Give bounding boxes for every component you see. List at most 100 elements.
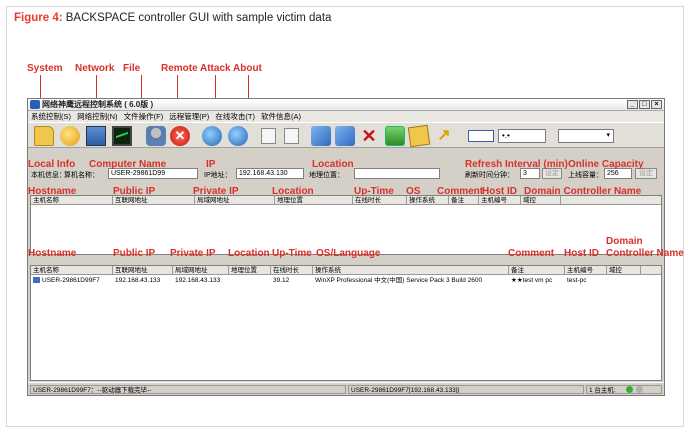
figure-number: Figure 4:	[14, 12, 63, 24]
hostname-text: USER-29861D99F7	[42, 277, 100, 284]
window-icon[interactable]	[468, 130, 494, 142]
ip-field[interactable]: 192.168.43.130	[236, 168, 304, 179]
victim-host-list-header: 主机名称 互联网地址 局域网地址 地理位置 在线时长 操作系统 备注 主机编号 …	[31, 266, 661, 275]
globe-blue-icon[interactable]	[202, 126, 222, 146]
local-info-label: 本机信息：	[31, 172, 66, 179]
annotation-os-language: OS/Language	[316, 248, 381, 259]
backspace-controller-window: 网络神鹰远程控制系统 ( 6.0版 ) _ □ × 系统控制(S) 网络控制(N…	[27, 98, 665, 396]
menu-system[interactable]: 系统控制(S)	[31, 112, 71, 121]
cell-domain-controller	[607, 276, 641, 286]
app-logo-icon	[30, 100, 40, 109]
col-public-ip[interactable]: 互联网地址	[113, 196, 195, 205]
toolbar: ✕ ✕ ↗ •.• ▾	[28, 122, 664, 148]
annotation-about: About	[233, 63, 262, 74]
col-host-id[interactable]: 主机编号	[565, 266, 607, 275]
annotation-private-ip: Private IP	[193, 186, 239, 197]
globe-icon[interactable]	[60, 126, 80, 146]
annotation-online-capacity: Online Capacity	[568, 159, 644, 170]
cell-os: WinXP Professional 中文(中国) Service Pack 3…	[315, 277, 483, 284]
computer-name-label: 算机名称：	[64, 172, 99, 179]
col-location[interactable]: 地理位置	[229, 266, 271, 275]
menu-remote[interactable]: 远程管理(P)	[169, 112, 209, 121]
annotation-local-info: Local Info	[28, 159, 76, 170]
menu-network[interactable]: 网络控制(N)	[77, 112, 117, 121]
cell-host-id: test-pc	[567, 277, 587, 284]
col-domain-controller[interactable]: 域控	[521, 196, 561, 205]
refresh-icon[interactable]	[385, 126, 405, 146]
menu-about[interactable]: 软件信息(A)	[261, 112, 301, 121]
figure-caption: Figure 4: BACKSPACE controller GUI with …	[14, 12, 331, 24]
annotation-up-time: Up-Time	[272, 248, 312, 259]
minimize-button[interactable]: _	[627, 100, 638, 109]
copy-icon[interactable]	[261, 128, 276, 144]
delete-icon[interactable]: ✕	[359, 126, 379, 146]
annotation-public-ip: Public IP	[113, 248, 156, 259]
menu-attack[interactable]: 在线攻击(T)	[215, 112, 255, 121]
col-up-time[interactable]: 在线时长	[271, 266, 313, 275]
status-host-count: 1 台主机:	[586, 385, 662, 394]
annotation-hostname: Hostname	[28, 248, 77, 259]
location-label: 地理位置：	[309, 172, 344, 179]
cell-hostname: USER-29861D99F7	[31, 276, 113, 286]
col-os[interactable]: 操作系统	[407, 196, 449, 205]
online-host-list-header: 主机名称 互联网地址 局域网地址 地理位置 在线时长 操作系统 备注 主机编号 …	[31, 196, 661, 205]
col-os[interactable]: 操作系统	[313, 266, 509, 275]
cell-up-time: 39.12	[273, 277, 290, 284]
col-hostname[interactable]: 主机名称	[31, 266, 113, 275]
col-comment[interactable]: 备注	[449, 196, 479, 205]
annotation-system: System	[27, 63, 63, 74]
help-globe-icon[interactable]	[228, 126, 248, 146]
computers-icon[interactable]	[86, 126, 106, 146]
online-status-icon	[626, 386, 633, 393]
annotation-comment: Comment	[437, 186, 484, 197]
col-private-ip[interactable]: 局域网地址	[195, 196, 275, 205]
annotation-up-time: Up-Time	[354, 186, 394, 197]
idle-status-icon	[636, 386, 643, 393]
window-titlebar: 网络神鹰远程控制系统 ( 6.0版 ) _ □ ×	[28, 99, 664, 111]
folder-icon[interactable]	[34, 126, 54, 146]
transfer-icon[interactable]	[311, 126, 331, 146]
annotation-computer-name: Computer Name	[89, 159, 167, 170]
close-button[interactable]: ×	[651, 100, 662, 109]
refresh-interval-label: 刷新时间分钟：	[465, 172, 514, 179]
location-field[interactable]	[354, 168, 440, 179]
annotation-location: Location	[228, 248, 270, 259]
ip-label: IP地址：	[204, 172, 232, 179]
col-up-time[interactable]: 在线时长	[353, 196, 407, 205]
annotation-comment: Comment	[508, 248, 555, 259]
display-combo[interactable]: •.•	[498, 129, 546, 143]
annotation-os: OS	[406, 186, 421, 197]
cut-icon[interactable]	[335, 126, 355, 146]
col-location[interactable]: 地理位置	[275, 196, 353, 205]
annotation-location: Location	[272, 186, 314, 197]
col-comment[interactable]: 备注	[509, 266, 565, 275]
annotation-domain-line1: Domain	[606, 236, 643, 247]
stop-icon[interactable]: ✕	[170, 126, 190, 146]
figure-caption-text: BACKSPACE controller GUI with sample vic…	[62, 12, 332, 24]
annotation-host-id: Host ID	[564, 248, 599, 259]
col-private-ip[interactable]: 局域网地址	[173, 266, 229, 275]
notes-icon[interactable]	[407, 124, 431, 148]
window-title: 网络神鹰远程控制系统 ( 6.0版 )	[42, 100, 154, 109]
online-host-list[interactable]: 主机名称 互联网地址 局域网地址 地理位置 在线时长 操作系统 备注 主机编号 …	[30, 195, 662, 255]
user-icon[interactable]	[146, 126, 166, 146]
paste-icon[interactable]	[284, 128, 299, 144]
annotation-location: Location	[312, 159, 354, 170]
annotation-attack: Attack	[200, 63, 231, 74]
col-domain-controller[interactable]: 域控	[607, 266, 641, 275]
table-row[interactable]: USER-29861D99F7 192.168.43.133 192.168.4…	[31, 276, 661, 286]
maximize-button[interactable]: □	[639, 100, 650, 109]
cell-private-ip: 192.168.43.133	[175, 277, 221, 284]
annotation-network: Network	[75, 63, 115, 74]
annotation-file: File	[123, 63, 141, 74]
host-combo[interactable]: ▾	[558, 129, 614, 143]
monitor-icon[interactable]	[112, 126, 132, 146]
col-public-ip[interactable]: 互联网地址	[113, 266, 173, 275]
annotation-ip: IP	[206, 159, 216, 170]
victim-host-list[interactable]: 主机名称 互联网地址 局域网地址 地理位置 在线时长 操作系统 备注 主机编号 …	[30, 265, 662, 381]
menu-file[interactable]: 文件操作(F)	[124, 112, 164, 121]
up-arrow-icon[interactable]: ↗	[434, 126, 454, 146]
col-hostname[interactable]: 主机名称	[31, 196, 113, 205]
col-host-id[interactable]: 主机编号	[479, 196, 521, 205]
cell-comment: ★★test vm pc	[511, 277, 553, 284]
